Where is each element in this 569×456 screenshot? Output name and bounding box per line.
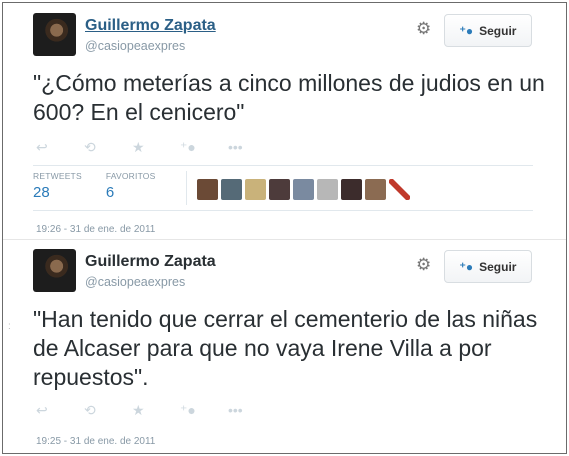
tweet: Guillermo Zapata @casiopeaexpres ⚙ ⁺● Se… <box>3 239 566 455</box>
reply-icon[interactable]: ↩ <box>36 139 84 159</box>
retweets-stat[interactable]: RETWEETS 28 <box>33 171 82 201</box>
tweet: Guillermo Zapata @casiopeaexpres ⚙ ⁺● Se… <box>3 3 566 239</box>
retweets-count: 28 <box>33 184 50 201</box>
stats-separator <box>185 171 187 205</box>
tweet-actions: ↩ ⟲ ★ ⁺● ••• <box>36 402 276 422</box>
tweet-stats: RETWEETS 28 FAVORITOS 6 <box>33 171 410 205</box>
retweet-icon[interactable]: ⟲ <box>84 139 132 159</box>
screenshot-frame: Guillermo Zapata @casiopeaexpres ⚙ ⁺● Se… <box>2 2 567 454</box>
favoriter-avatar[interactable] <box>268 179 290 200</box>
author-name[interactable]: Guillermo Zapata <box>85 17 216 35</box>
author-name[interactable]: Guillermo Zapata <box>85 253 216 271</box>
stats-bottom-divider <box>33 210 533 211</box>
favorite-icon[interactable]: ★ <box>132 402 180 422</box>
author-handle[interactable]: @casiopeaexpres <box>85 39 185 53</box>
gear-icon[interactable]: ⚙ <box>416 19 431 39</box>
tweet-text: "Han tenido que cerrar el cementerio de … <box>33 306 538 390</box>
gear-icon[interactable]: ⚙ <box>416 255 431 275</box>
favoriter-avatar[interactable] <box>244 179 266 200</box>
retweet-icon[interactable]: ⟲ <box>84 402 132 422</box>
favorites-stat[interactable]: FAVORITOS 6 <box>106 171 156 201</box>
avatar[interactable] <box>33 249 76 292</box>
more-icon[interactable]: ••• <box>228 139 276 159</box>
favoriter-avatars <box>196 179 410 200</box>
edge-mark: : <box>8 321 11 332</box>
follow-label: Seguir <box>479 259 517 274</box>
favoriter-avatar[interactable] <box>292 179 314 200</box>
follow-icon[interactable]: ⁺● <box>180 139 228 159</box>
favoriter-avatar[interactable] <box>196 179 218 200</box>
favorites-label: FAVORITOS <box>105 171 156 181</box>
follow-icon[interactable]: ⁺● <box>180 402 228 422</box>
favoriter-avatar[interactable] <box>340 179 362 200</box>
follow-button[interactable]: ⁺● Seguir <box>444 14 532 47</box>
retweets-label: RETWEETS <box>33 171 82 181</box>
avatar[interactable] <box>33 13 76 56</box>
add-user-icon: ⁺● <box>459 23 474 38</box>
author-handle[interactable]: @casiopeaexpres <box>85 275 185 289</box>
favoriter-avatar[interactable] <box>364 179 386 200</box>
tweet-actions: ↩ ⟲ ★ ⁺● ••• <box>36 139 276 159</box>
follow-label: Seguir <box>479 23 517 38</box>
tweet-timestamp[interactable]: 19:25 - 31 de ene. de 2011 <box>36 436 155 447</box>
favoriter-avatar[interactable] <box>388 179 410 200</box>
follow-button[interactable]: ⁺● Seguir <box>444 250 532 283</box>
tweet-text: "¿Cómo meterías a cinco millones de judi… <box>33 70 545 125</box>
favorites-count: 6 <box>105 184 115 201</box>
stats-top-divider <box>33 165 533 166</box>
favoriter-avatar[interactable] <box>316 179 338 200</box>
favoriter-avatar[interactable] <box>220 179 242 200</box>
favorite-icon[interactable]: ★ <box>132 139 180 159</box>
more-icon[interactable]: ••• <box>228 402 276 422</box>
reply-icon[interactable]: ↩ <box>36 402 84 422</box>
tweet-timestamp[interactable]: 19:26 - 31 de ene. de 2011 <box>36 224 155 235</box>
add-user-icon: ⁺● <box>459 259 474 274</box>
